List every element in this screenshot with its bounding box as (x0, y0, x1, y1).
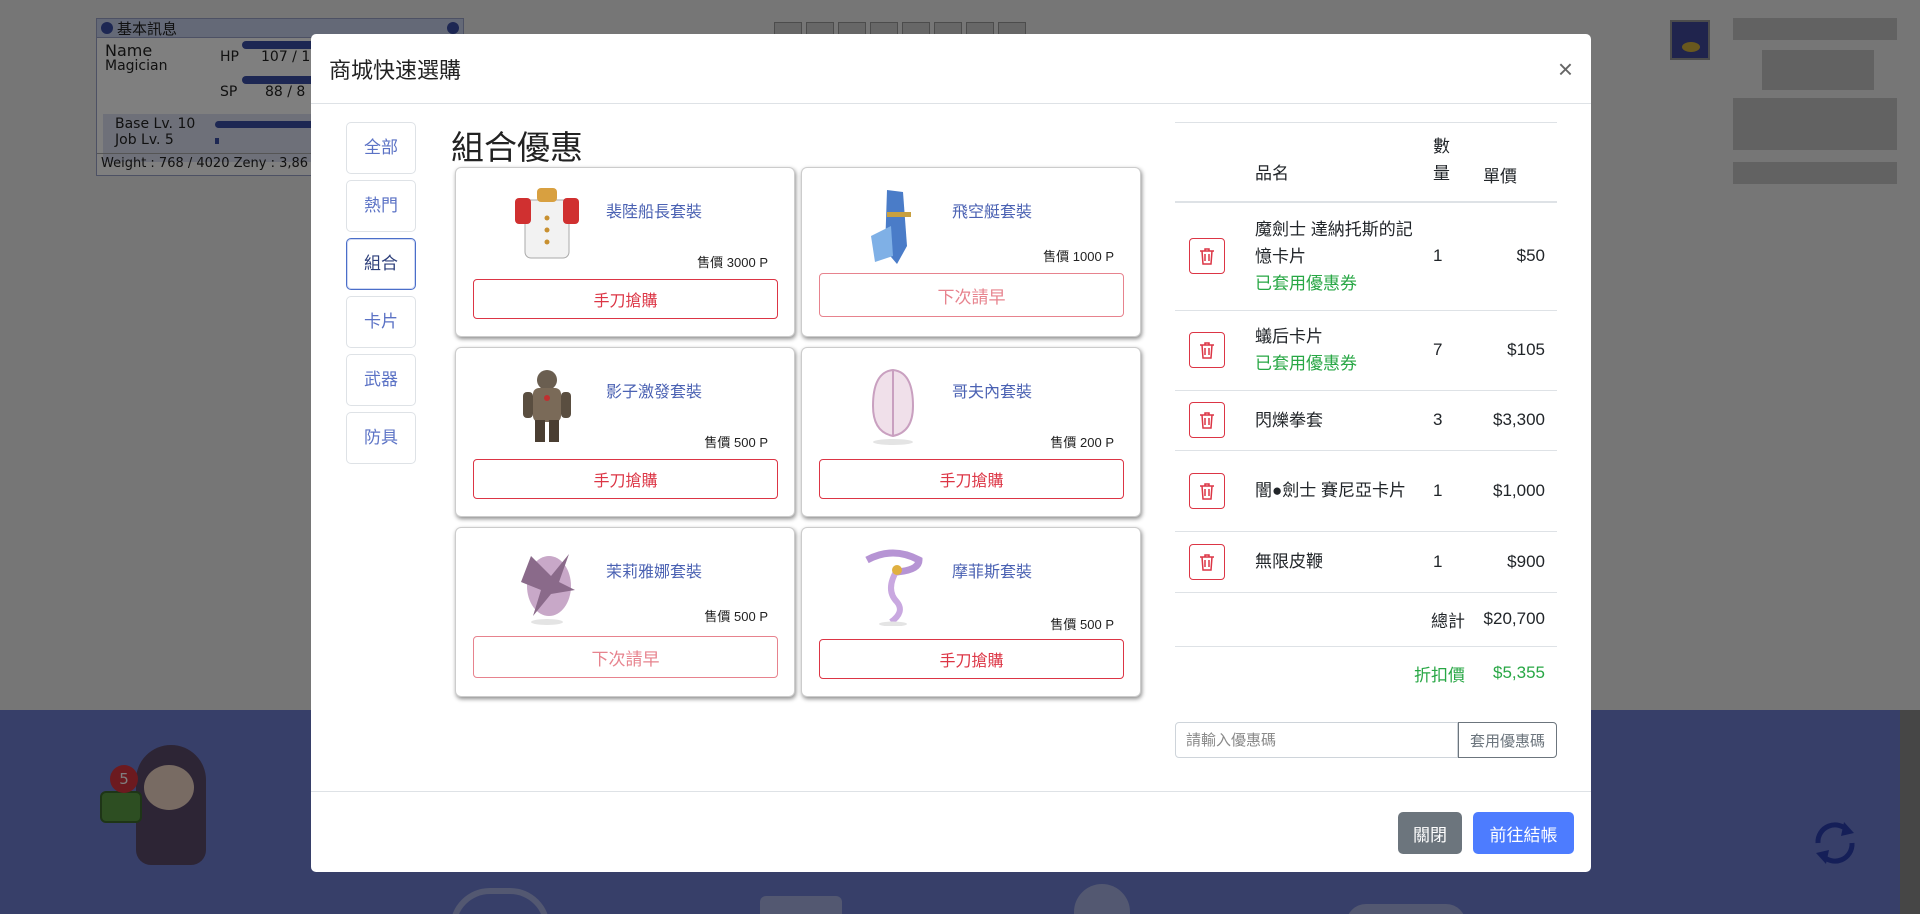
cart-item-row: 蟻后卡片 已套用優惠券 7 $105 (1175, 309, 1557, 390)
buy-now-button[interactable]: 手刀搶購 (819, 639, 1124, 679)
apply-coupon-button[interactable]: 套用優惠碼 (1458, 722, 1557, 758)
coupon-applied-label: 已套用優惠券 (1255, 273, 1357, 293)
costume-morpheus-image (865, 549, 923, 626)
cart-item-price: $900 (1479, 530, 1557, 592)
costume-jasmine-image (521, 554, 575, 625)
cart-header-name: 品名 (1251, 122, 1429, 203)
cart-item-price: $105 (1479, 309, 1557, 390)
product-name: 摩菲斯套裝 (952, 564, 1033, 581)
trash-icon (1200, 342, 1214, 359)
category-popular[interactable]: 熱門 (346, 180, 416, 232)
close-icon[interactable]: × (1558, 56, 1573, 82)
cart-header-price: 單價 (1479, 122, 1557, 203)
cart-item-name: 魔劍士 達納托斯的記憶卡片 (1255, 219, 1413, 266)
cart-panel: 品名 數 量 單價 魔劍士 達納托斯的記憶卡片 已套用優惠券 1 $50 蟻后卡… (1175, 122, 1557, 700)
sold-out-button[interactable]: 下次請早 (473, 636, 778, 678)
delete-button[interactable] (1189, 402, 1225, 438)
cart-item-qty: 1 (1429, 530, 1479, 592)
product-price: 售價 3000 P (697, 255, 768, 270)
cart-item-price: $1,000 (1479, 449, 1557, 531)
category-nav: 全部 熱門 組合 卡片 武器 防具 (346, 122, 416, 470)
cart-item-cell: 魔劍士 達納托斯的記憶卡片 已套用優惠券 (1251, 201, 1429, 310)
product-price: 售價 500 P (704, 435, 768, 450)
product-price: 售價 1000 P (1043, 249, 1114, 264)
product-name: 茉莉雅娜套裝 (606, 564, 703, 581)
coupon-input[interactable] (1175, 722, 1458, 758)
discount-value: $5,355 (1479, 645, 1557, 700)
cart-total-row: 總計 $20,700 (1175, 591, 1557, 646)
delete-button[interactable] (1189, 472, 1225, 509)
product-name: 裴陸船長套裝 (606, 204, 703, 221)
product-card: 哥夫內套裝 售價 200 P 手刀搶購 (801, 347, 1141, 517)
trash-icon (1200, 248, 1214, 265)
product-grid: 裴陸船長套裝 售價 3000 P 手刀搶購 飛空艇套裝 售價 1000 P 下次… (455, 167, 1141, 697)
cart-header-action (1175, 122, 1251, 203)
sold-out-button[interactable]: 下次請早 (819, 273, 1124, 317)
buy-now-button[interactable]: 手刀搶購 (473, 279, 778, 319)
cart-item-qty: 1 (1429, 449, 1479, 531)
cart-item-name: 閃爍拳套 (1251, 389, 1429, 450)
cart-header-row: 品名 數 量 單價 (1175, 122, 1557, 203)
cart-item-name: 無限皮鞭 (1251, 530, 1429, 592)
modal-footer: 關閉 前往結帳 (311, 791, 1591, 872)
section-title: 組合優惠 (451, 129, 583, 166)
product-price: 售價 200 P (1050, 435, 1114, 450)
discount-label: 折扣價 (1251, 645, 1479, 700)
cart-item-name: 蟻后卡片 (1255, 327, 1323, 346)
cart-item-row: 闇●劍士 賽尼亞卡片 1 $1,000 (1175, 449, 1557, 531)
trash-icon (1200, 553, 1214, 571)
modal-header: 商城快速選購 × (311, 34, 1591, 104)
delete-button[interactable] (1189, 332, 1225, 368)
costume-airship-image (871, 190, 911, 264)
cart-item-qty: 3 (1429, 389, 1479, 450)
product-card: 茉莉雅娜套裝 售價 500 P 下次請早 (455, 527, 795, 697)
cart-item-name: 闇●劍士 賽尼亞卡片 (1251, 449, 1429, 531)
total-label: 總計 (1251, 591, 1479, 646)
costume-captain-image (515, 188, 579, 259)
cart-item-row: 閃爍拳套 3 $3,300 (1175, 389, 1557, 450)
cart-item-price: $3,300 (1479, 389, 1557, 450)
close-button[interactable]: 關閉 (1398, 812, 1462, 854)
product-name: 影子激發套裝 (606, 384, 703, 401)
coupon-applied-label: 已套用優惠券 (1255, 354, 1357, 373)
modal-body: 全部 熱門 組合 卡片 武器 防具 組合優惠 裴陸船長套裝 售價 3000 P … (311, 105, 1591, 791)
costume-shadow-image (523, 370, 571, 442)
category-bundle[interactable]: 組合 (346, 238, 416, 290)
trash-icon (1200, 482, 1214, 500)
category-armor[interactable]: 防具 (346, 412, 416, 464)
product-price: 售價 500 P (1050, 617, 1114, 632)
cart-table: 品名 數 量 單價 魔劍士 達納托斯的記憶卡片 已套用優惠券 1 $50 蟻后卡… (1175, 122, 1557, 700)
cart-item-qty: 1 (1429, 201, 1479, 310)
delete-button[interactable] (1189, 543, 1225, 580)
product-card: 飛空艇套裝 售價 1000 P 下次請早 (801, 167, 1141, 337)
category-weapon[interactable]: 武器 (346, 354, 416, 406)
category-card[interactable]: 卡片 (346, 296, 416, 348)
product-name: 飛空艇套裝 (952, 204, 1033, 221)
cart-item-cell: 蟻后卡片 已套用優惠券 (1251, 309, 1429, 390)
modal-title: 商城快速選購 (329, 57, 462, 83)
checkout-button[interactable]: 前往結帳 (1473, 812, 1574, 854)
costume-goblin-image (871, 368, 915, 445)
coupon-group: 套用優惠碼 (1175, 722, 1557, 758)
total-value: $20,700 (1479, 591, 1557, 646)
delete-button[interactable] (1189, 238, 1225, 275)
cart-item-qty: 7 (1429, 309, 1479, 390)
product-card: 裴陸船長套裝 售價 3000 P 手刀搶購 (455, 167, 795, 337)
cart-discount-row: 折扣價 $5,355 (1175, 645, 1557, 700)
cart-header-qty: 數 量 (1429, 122, 1479, 203)
product-name: 哥夫內套裝 (952, 384, 1033, 401)
trash-icon (1200, 412, 1214, 429)
buy-now-button[interactable]: 手刀搶購 (819, 459, 1124, 499)
category-all[interactable]: 全部 (346, 122, 416, 174)
product-card: 摩菲斯套裝 售價 500 P 手刀搶購 (801, 527, 1141, 697)
cart-item-row: 無限皮鞭 1 $900 (1175, 530, 1557, 592)
cart-item-price: $50 (1479, 201, 1557, 310)
shop-quick-buy-modal: 商城快速選購 × 全部 熱門 組合 卡片 武器 防具 組合優惠 裴陸船長套裝 售… (311, 34, 1591, 872)
product-price: 售價 500 P (704, 609, 768, 624)
product-card: 影子激發套裝 售價 500 P 手刀搶購 (455, 347, 795, 517)
cart-item-row: 魔劍士 達納托斯的記憶卡片 已套用優惠券 1 $50 (1175, 201, 1557, 310)
buy-now-button[interactable]: 手刀搶購 (473, 459, 778, 499)
